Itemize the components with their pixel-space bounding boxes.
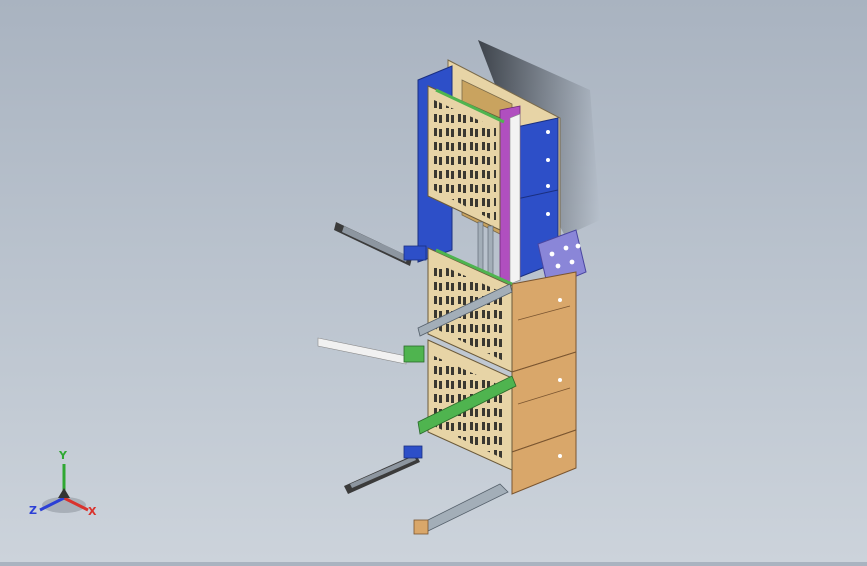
- blue-block-bolt-3: [546, 184, 550, 188]
- arm-top-gray: [342, 226, 408, 262]
- graphics-viewport[interactable]: X Y Z: [0, 0, 867, 562]
- frame-bolt-2: [558, 378, 562, 382]
- blue-block-bolt-4: [546, 212, 550, 216]
- arm-lower-clamp: [403, 445, 423, 459]
- cad-model-view[interactable]: [0, 0, 867, 562]
- lavender-plate-hole-1: [549, 251, 555, 257]
- blue-block-bolt-2: [546, 158, 550, 162]
- lavender-plate-hole-4: [569, 259, 575, 265]
- lavender-plate-hole-3: [555, 263, 561, 269]
- triad-y-label: Y: [59, 449, 67, 462]
- frame-bolt-1: [558, 298, 562, 302]
- triad-origin: [58, 488, 70, 498]
- arm-top-clamp: [403, 245, 427, 261]
- triad-x-label: X: [88, 505, 97, 518]
- arm-middle-white: [317, 337, 407, 365]
- bottom-foot: [413, 519, 429, 535]
- arm-middle-clamp: [403, 345, 425, 363]
- arm-lower-gray: [350, 456, 416, 488]
- frame-bolt-3: [558, 454, 562, 458]
- white-guide-strip: [509, 113, 521, 285]
- gray-rail-lower: [419, 483, 509, 533]
- coordinate-triad[interactable]: [39, 464, 89, 513]
- lavender-plate-hole-5: [575, 243, 581, 249]
- lavender-plate-hole-2: [563, 245, 569, 251]
- blue-block-bolt-1: [546, 130, 550, 134]
- triad-z-label: Z: [29, 504, 37, 517]
